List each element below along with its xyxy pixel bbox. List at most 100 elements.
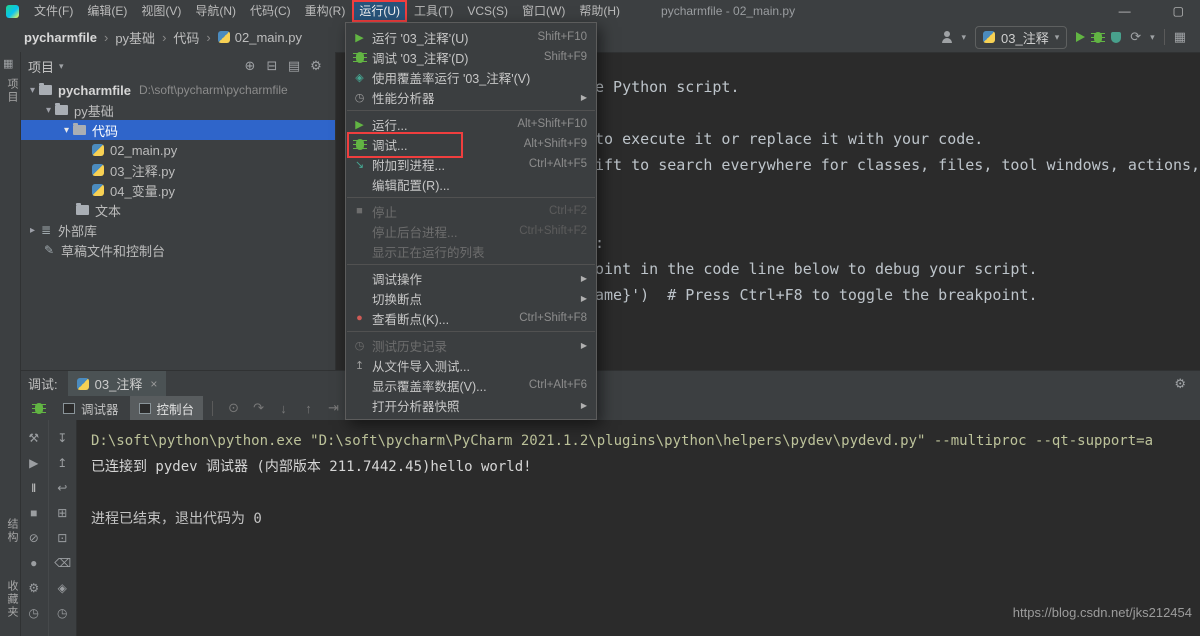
menu-item-debug[interactable]: 调试... Alt+Shift+F9 (346, 134, 596, 154)
editor-line: ift to search everywhere for classes, fi… (595, 156, 1200, 174)
settings-gear-icon[interactable]: ⚙ (305, 58, 327, 74)
stripe-project-label[interactable]: 项目 (4, 78, 20, 104)
menu-item-run-with-coverage[interactable]: ◈ 使用覆盖率运行 '03_注释'(V) (346, 67, 596, 87)
breadcrumb-file[interactable]: 02_main.py (235, 30, 302, 45)
menu-item-view-breakpoints[interactable]: ● 查看断点(K)... Ctrl+Shift+F8 (346, 308, 596, 328)
step-over-icon[interactable]: ↷ (247, 400, 270, 416)
tree-item-folder-selected[interactable]: ▾ 代码 (20, 120, 335, 140)
clear-console-icon[interactable]: ⌫ (54, 555, 70, 571)
tree-item-python-file[interactable]: 03_注释.py (20, 160, 335, 180)
run-button[interactable] (1076, 32, 1085, 42)
menu-view[interactable]: 视图(V) (134, 0, 188, 22)
menu-vcs[interactable]: VCS(S) (460, 0, 515, 22)
project-stripe-icon[interactable]: ▦ (3, 57, 13, 70)
menu-item-open-profiler-snapshot[interactable]: 打开分析器快照 ▶ (346, 395, 596, 415)
tree-item-scratches[interactable]: ✎ 草稿文件和控制台 (20, 240, 335, 260)
locate-file-icon[interactable]: ⊕ (239, 58, 261, 74)
console-tab-icon (139, 403, 151, 414)
pause-icon[interactable]: ‖ (26, 480, 42, 496)
chevron-down-icon[interactable]: ▾ (26, 85, 39, 96)
maximize-button[interactable]: ▢ (1173, 4, 1184, 18)
menu-file[interactable]: 文件(F) (27, 0, 80, 22)
close-icon[interactable]: × (150, 377, 157, 391)
wrench-icon[interactable]: ⚒ (26, 430, 42, 446)
minimize-button[interactable]: — (1119, 4, 1131, 18)
mute-breakpoints-icon[interactable]: ⊘ (26, 530, 42, 546)
chevron-down-icon[interactable]: ▾ (42, 105, 55, 116)
folder-icon (73, 125, 86, 135)
tree-item-folder[interactable]: ▾ py基础 (20, 100, 335, 120)
debug-toolbar: 调试器 控制台 ⊙ ↷ ↓ ↑ ⇥ (20, 396, 1200, 421)
menu-item-profiler[interactable]: ◷ 性能分析器 ▶ (346, 87, 596, 107)
chevron-down-icon[interactable]: ▾ (962, 32, 967, 43)
variables-icon[interactable]: ◈ (54, 580, 70, 596)
tab-debugger[interactable]: 调试器 (54, 396, 128, 420)
step-out-icon[interactable]: ↑ (297, 401, 320, 416)
stripe-structure-label[interactable]: 结构 (4, 518, 20, 544)
menu-window[interactable]: 窗口(W) (515, 0, 572, 22)
breadcrumb-separator: › (206, 30, 210, 45)
menu-item-edit-configurations[interactable]: 编辑配置(R)... (346, 174, 596, 194)
tree-item-folder[interactable]: 文本 (20, 200, 335, 220)
tree-item-python-file[interactable]: 04_变量.py (20, 180, 335, 200)
menu-item-debug-config[interactable]: 调试 '03_注释'(D) Shift+F9 (346, 47, 596, 67)
tree-item-external-libraries[interactable]: ▸ ≣ 外部库 (20, 220, 335, 240)
stop-icon[interactable]: ■ (26, 505, 42, 521)
print-icon[interactable]: ⊡ (54, 530, 70, 546)
external-libraries-icon: ≣ (39, 223, 53, 237)
folder-icon (76, 205, 89, 215)
run-to-cursor-icon[interactable]: ⇥ (322, 400, 345, 416)
restore-layout-icon[interactable]: ⊞ (54, 505, 70, 521)
menu-navigate[interactable]: 导航(N) (188, 0, 243, 22)
menu-run[interactable]: 运行(U) (352, 0, 407, 22)
navigate-down-icon[interactable]: ↧ (54, 430, 70, 446)
project-panel-title[interactable]: 项目 (28, 57, 54, 76)
thread-dump-icon[interactable]: ◷ (26, 605, 42, 621)
coverage-button[interactable] (1111, 32, 1121, 43)
layout-icon[interactable]: ▤ (283, 58, 305, 74)
menu-edit[interactable]: 编辑(E) (80, 0, 134, 22)
debug-console[interactable]: D:\soft\python\python.exe "D:\soft\pycha… (77, 420, 1200, 636)
menu-item-run-config[interactable]: ▶ 运行 '03_注释'(U) Shift+F10 (346, 27, 596, 47)
breadcrumb-folder-2[interactable]: 代码 (173, 28, 199, 47)
settings-gear-icon[interactable]: ⚙ (26, 580, 42, 596)
breadcrumb-folder-1[interactable]: py基础 (115, 28, 155, 47)
stripe-favorites-label[interactable]: 收藏夹 (4, 580, 20, 619)
chevron-down-icon[interactable]: ▾ (1150, 32, 1155, 43)
soft-wrap-icon[interactable]: ↩ (54, 480, 70, 496)
navigate-up-icon[interactable]: ↥ (54, 455, 70, 471)
resume-icon[interactable]: ▶ (26, 455, 42, 471)
menu-code[interactable]: 代码(C) (243, 0, 298, 22)
menu-item-show-coverage-data[interactable]: 显示覆盖率数据(V)... Ctrl+Alt+F6 (346, 375, 596, 395)
view-breakpoints-icon[interactable]: ● (26, 555, 42, 571)
debug-session-tab[interactable]: 03_注释 × (68, 371, 167, 396)
settings-gear-icon[interactable]: ⚙ (1174, 376, 1200, 392)
user-icon[interactable] (941, 31, 953, 43)
menu-tools[interactable]: 工具(T) (407, 0, 460, 22)
history-icon[interactable]: ◷ (54, 605, 70, 621)
tree-item-project-root[interactable]: ▾ pycharmfile D:\soft\pycharm\pycharmfil… (20, 80, 335, 100)
chevron-right-icon[interactable]: ▸ (26, 225, 39, 236)
run-config-selector[interactable]: 03_注释 ▾ (975, 26, 1067, 49)
menu-item-run[interactable]: ▶ 运行... Alt+Shift+F10 (346, 114, 596, 134)
breadcrumb-project[interactable]: pycharmfile (24, 30, 97, 45)
step-into-icon[interactable]: ↓ (272, 401, 295, 416)
tree-item-python-file[interactable]: 02_main.py (20, 140, 335, 160)
menu-item-attach-to-process[interactable]: ↘ 附加到进程... Ctrl+Alt+F5 (346, 154, 596, 174)
menu-help[interactable]: 帮助(H) (572, 0, 627, 22)
rerun-button[interactable]: ⟳ (1130, 29, 1141, 45)
show-execution-point-icon[interactable]: ⊙ (222, 400, 245, 416)
menu-item-debugging-actions[interactable]: 调试操作 ▶ (346, 268, 596, 288)
python-file-icon (92, 164, 104, 176)
python-file-icon (92, 144, 104, 156)
debug-panel-label: 调试: (28, 374, 58, 393)
menu-item-import-tests[interactable]: ↥ 从文件导入测试... (346, 355, 596, 375)
chevron-down-icon[interactable]: ▾ (59, 61, 64, 72)
tab-console[interactable]: 控制台 (130, 396, 204, 420)
tool-windows-grid-icon[interactable]: ▦ (1174, 29, 1186, 45)
chevron-down-icon[interactable]: ▾ (60, 125, 73, 136)
collapse-all-icon[interactable]: ⊟ (261, 58, 283, 74)
debug-button[interactable] (1094, 32, 1102, 43)
menu-item-toggle-breakpoint[interactable]: 切换断点 ▶ (346, 288, 596, 308)
menu-refactor[interactable]: 重构(R) (298, 0, 353, 22)
